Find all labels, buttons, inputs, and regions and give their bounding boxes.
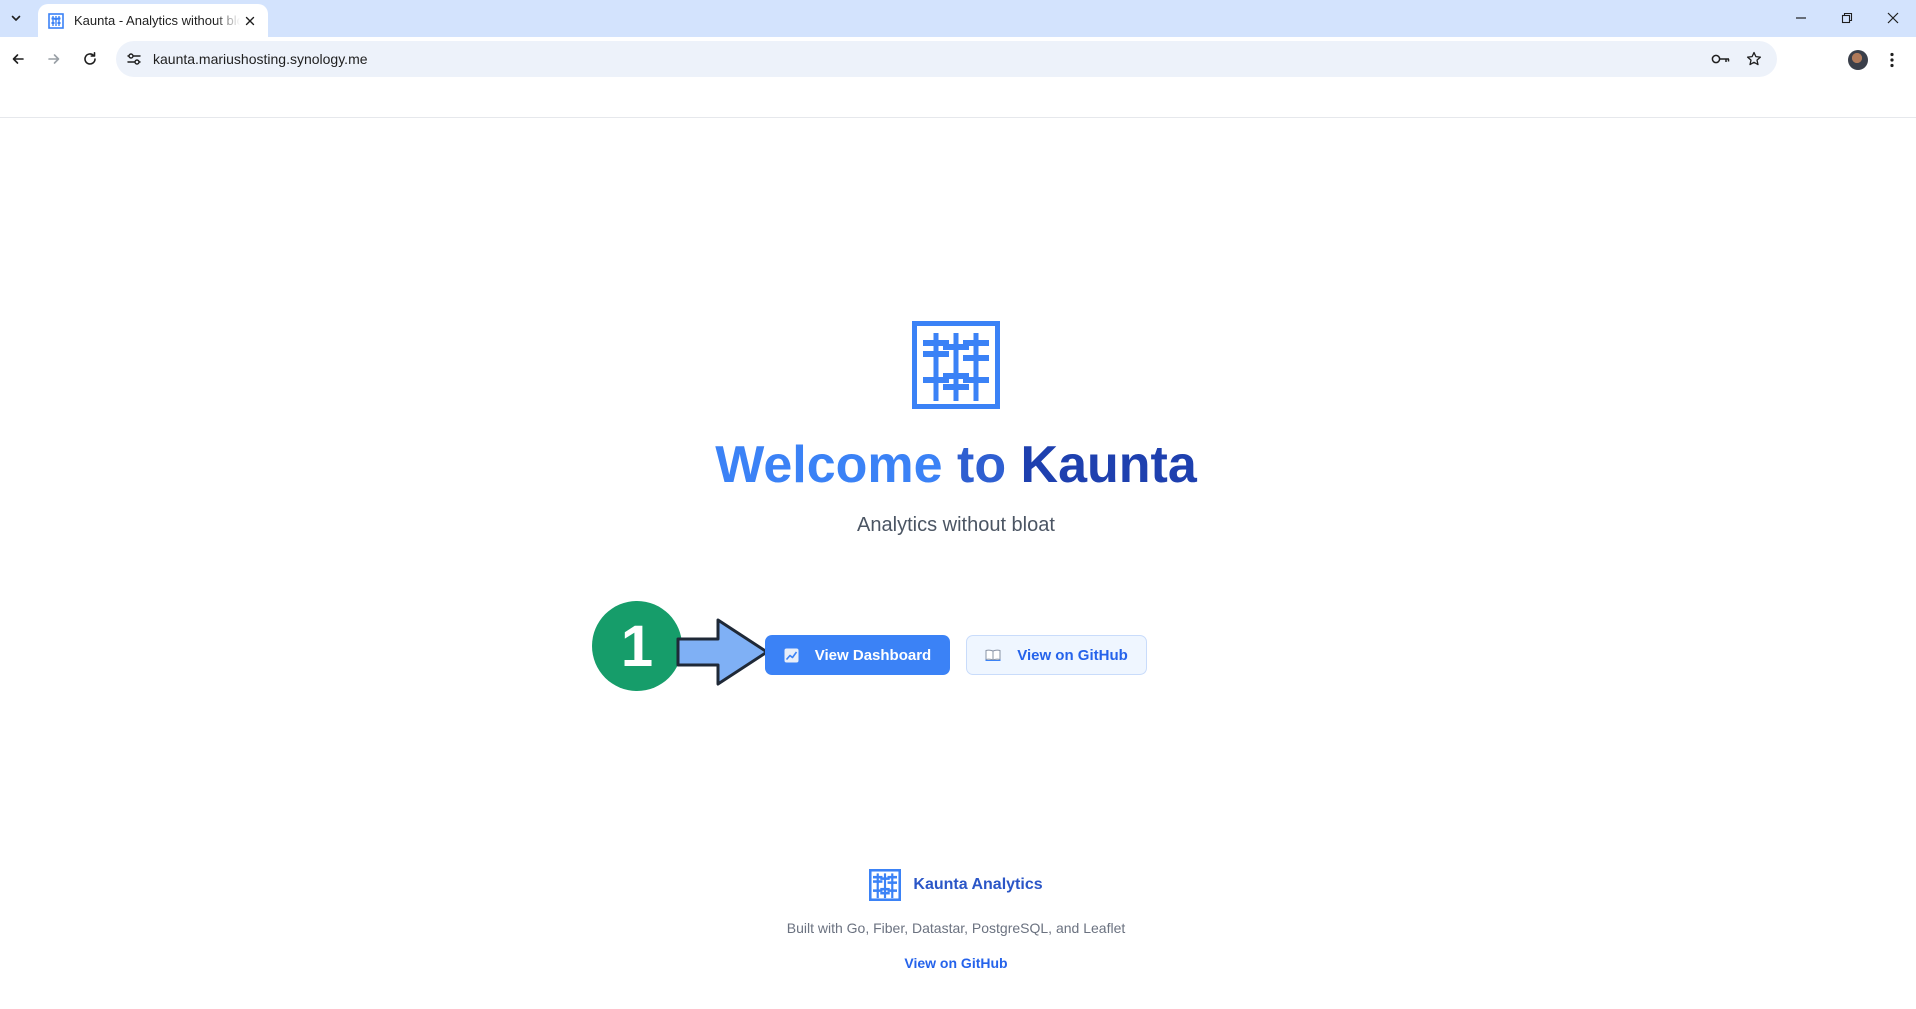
- browser-tabstrip: Kaunta - Analytics without bloat: [0, 0, 1916, 37]
- footer-brand-name: Kaunta Analytics: [913, 876, 1043, 893]
- annotation-arrow-icon: [676, 618, 769, 686]
- site-settings-icon[interactable]: [126, 51, 142, 67]
- view-dashboard-button[interactable]: View Dashboard: [765, 635, 950, 675]
- title-word-kaunta: Kaunta: [1020, 436, 1197, 494]
- back-button[interactable]: [4, 45, 32, 73]
- footer-github-link[interactable]: View on GitHub: [0, 955, 1912, 971]
- header-divider: [0, 117, 1916, 118]
- bookmark-star-icon[interactable]: [1743, 49, 1765, 69]
- step-marker: 1: [592, 601, 682, 691]
- view-on-github-label: View on GitHub: [1017, 646, 1128, 664]
- restore-window-button[interactable]: [1824, 0, 1870, 36]
- minimize-icon: [1796, 17, 1806, 19]
- browser-toolbar: kaunta.mariushosting.synology.me: [0, 37, 1916, 81]
- chevron-down-icon: [11, 15, 21, 21]
- url-text: kaunta.mariushosting.synology.me: [153, 51, 368, 67]
- title-word-welcome: Welcome: [715, 436, 943, 494]
- page-title: Welcome to Kaunta: [0, 433, 1912, 497]
- reload-button[interactable]: [76, 45, 104, 73]
- footer-brand: Kaunta Analytics: [0, 869, 1912, 901]
- forward-button[interactable]: [40, 45, 68, 73]
- view-on-github-button[interactable]: View on GitHub: [966, 635, 1147, 675]
- kaunta-abacus-logo-icon: [869, 869, 902, 901]
- tab-search-button[interactable]: [4, 6, 28, 30]
- password-key-icon[interactable]: [1710, 49, 1732, 69]
- more-vertical-icon: [1890, 52, 1894, 68]
- chart-icon: [784, 648, 799, 662]
- restore-icon: [1841, 12, 1853, 24]
- title-word-to: to: [957, 436, 1007, 494]
- arrow-left-icon: [12, 54, 24, 64]
- footer-credit: Built with Go, Fiber, Datastar, PostgreS…: [786, 920, 1126, 936]
- book-icon: [985, 649, 1001, 661]
- tab-title: Kaunta - Analytics without bloat: [74, 13, 240, 28]
- arrow-right-icon: [48, 54, 60, 64]
- kaunta-favicon-icon: [48, 12, 64, 29]
- profile-avatar[interactable]: [1848, 50, 1868, 70]
- close-icon: [1887, 12, 1899, 24]
- view-dashboard-label: View Dashboard: [814, 646, 932, 664]
- address-bar[interactable]: kaunta.mariushosting.synology.me: [116, 41, 1777, 77]
- browser-tab-active[interactable]: Kaunta - Analytics without bloat: [38, 4, 268, 37]
- page-subtitle: Analytics without bloat: [857, 514, 1055, 536]
- minimize-window-button[interactable]: [1778, 0, 1824, 36]
- close-window-button[interactable]: [1870, 0, 1916, 36]
- close-tab-icon[interactable]: [242, 13, 258, 29]
- reload-icon: [84, 52, 96, 65]
- kaunta-abacus-logo-icon: [912, 321, 1000, 409]
- browser-menu-button[interactable]: [1882, 50, 1902, 70]
